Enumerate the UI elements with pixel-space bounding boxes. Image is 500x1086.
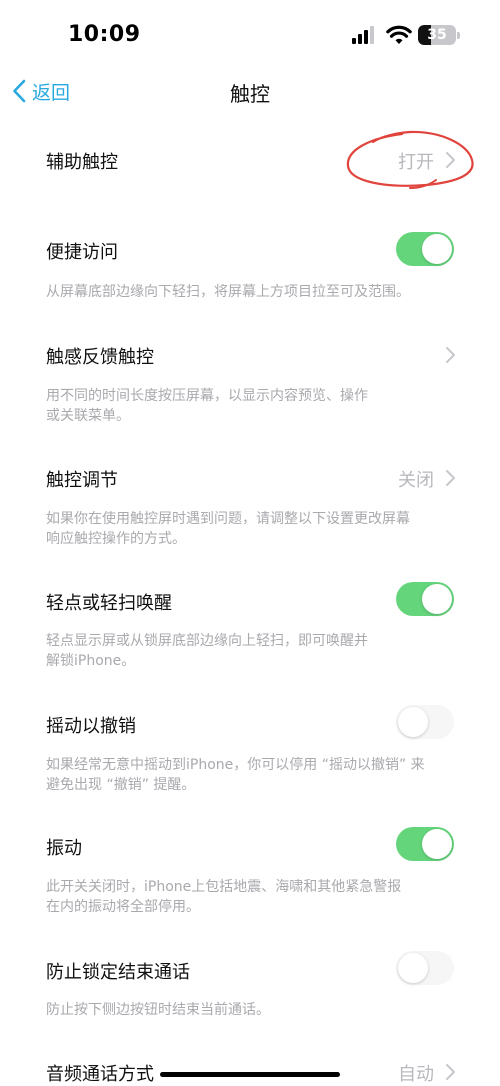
row-reachability: 便捷访问 从屏幕底部边缘向下轻扫，将屏幕上方项目拉至可及范围。 [0, 228, 500, 308]
haptic-touch-description-line1: 用不同的时间长度按压屏幕，以显示内容预览、操作 [46, 388, 368, 404]
battery-cap [457, 32, 460, 39]
touch-accommodations-label: 触控调节 [46, 470, 118, 491]
call-audio-routing-value: 自动 [398, 1064, 434, 1085]
call-audio-routing-label: 音频通话方式 [46, 1064, 154, 1085]
signal-icon [352, 26, 376, 44]
assistive-touch-value: 打开 [398, 152, 434, 173]
touch-accommodations-description-line2: 响应触控操作的方式。 [46, 531, 186, 547]
page-title: 触控 [230, 82, 270, 106]
battery-icon: 35 [418, 25, 456, 45]
haptic-touch-label: 触感反馈触控 [46, 347, 154, 368]
vibration-label: 振动 [46, 838, 82, 859]
tap-to-wake-description-line2: 解锁iPhone。 [46, 653, 136, 669]
shake-to-undo-label: 摇动以撤销 [46, 716, 136, 737]
chevron-right-icon [446, 152, 455, 168]
assistive-touch-label: 辅助触控 [46, 152, 118, 173]
prevent-lock-end-call-description: 防止按下侧边按钮时结束当前通话。 [46, 1002, 270, 1018]
row-prevent-lock-end-call: 防止锁定结束通话 防止按下侧边按钮时结束当前通话。 [0, 948, 500, 1028]
row-haptic-touch[interactable]: 触感反馈触控 用不同的时间长度按压屏幕，以显示内容预览、操作 或关联菜单。 [0, 334, 500, 434]
tap-to-wake-label: 轻点或轻扫唤醒 [46, 593, 172, 614]
reachability-label: 便捷访问 [46, 242, 118, 263]
prevent-lock-end-call-toggle[interactable] [396, 951, 454, 985]
status-time: 10:09 [68, 22, 141, 47]
chevron-right-icon [446, 1064, 455, 1080]
tap-to-wake-description-line1: 轻点显示屏或从锁屏底部边缘向上轻扫，即可唤醒并 [46, 633, 368, 649]
reachability-description: 从屏幕底部边缘向下轻扫，将屏幕上方项目拉至可及范围。 [46, 284, 410, 300]
tap-to-wake-toggle[interactable] [396, 582, 454, 616]
touch-accommodations-description-line1: 如果你在使用触控屏时遇到问题，请调整以下设置更改屏幕 [46, 511, 410, 527]
status-icons: 35 [352, 22, 462, 50]
reachability-toggle[interactable] [396, 232, 454, 266]
touch-accommodations-value: 关闭 [398, 470, 434, 491]
shake-to-undo-toggle[interactable] [396, 705, 454, 739]
wifi-icon [386, 25, 412, 44]
vibration-description-line2: 在内的振动将全部停用。 [46, 899, 200, 915]
chevron-right-icon [446, 347, 455, 363]
chevron-right-icon [446, 470, 455, 486]
shake-to-undo-description-line2: 避免出现 “撤销” 提醒。 [46, 777, 196, 793]
row-tap-to-wake: 轻点或轻扫唤醒 轻点显示屏或从锁屏底部边缘向上轻扫，即可唤醒并 解锁iPhone… [0, 580, 500, 680]
vibration-description-line1: 此开关关闭时，iPhone上包括地震、海啸和其他紧急警报 [46, 879, 402, 895]
prevent-lock-end-call-label: 防止锁定结束通话 [46, 962, 190, 983]
vibration-toggle[interactable] [396, 827, 454, 861]
battery-level: 35 [427, 27, 447, 43]
row-vibration: 振动 此开关关闭时，iPhone上包括地震、海啸和其他紧急警报 在内的振动将全部… [0, 826, 500, 926]
row-assistive-touch[interactable]: 辅助触控 打开 [0, 140, 500, 180]
row-call-audio-routing[interactable]: 音频通话方式 自动 [0, 1052, 500, 1085]
status-bar: 10:09 35 [0, 0, 500, 70]
shake-to-undo-description-line1: 如果经常无意中摇动到iPhone，你可以停用 “摇动以撤销” 来 [46, 757, 425, 773]
row-touch-accommodations[interactable]: 触控调节 关闭 如果你在使用触控屏时遇到问题，请调整以下设置更改屏幕 响应触控操… [0, 456, 500, 556]
row-shake-to-undo: 摇动以撤销 如果经常无意中摇动到iPhone，你可以停用 “摇动以撤销” 来 避… [0, 702, 500, 802]
haptic-touch-description-line2: 或关联菜单。 [46, 408, 130, 424]
home-indicator [160, 1072, 340, 1077]
nav-bar: 返回 触控 [0, 70, 500, 110]
